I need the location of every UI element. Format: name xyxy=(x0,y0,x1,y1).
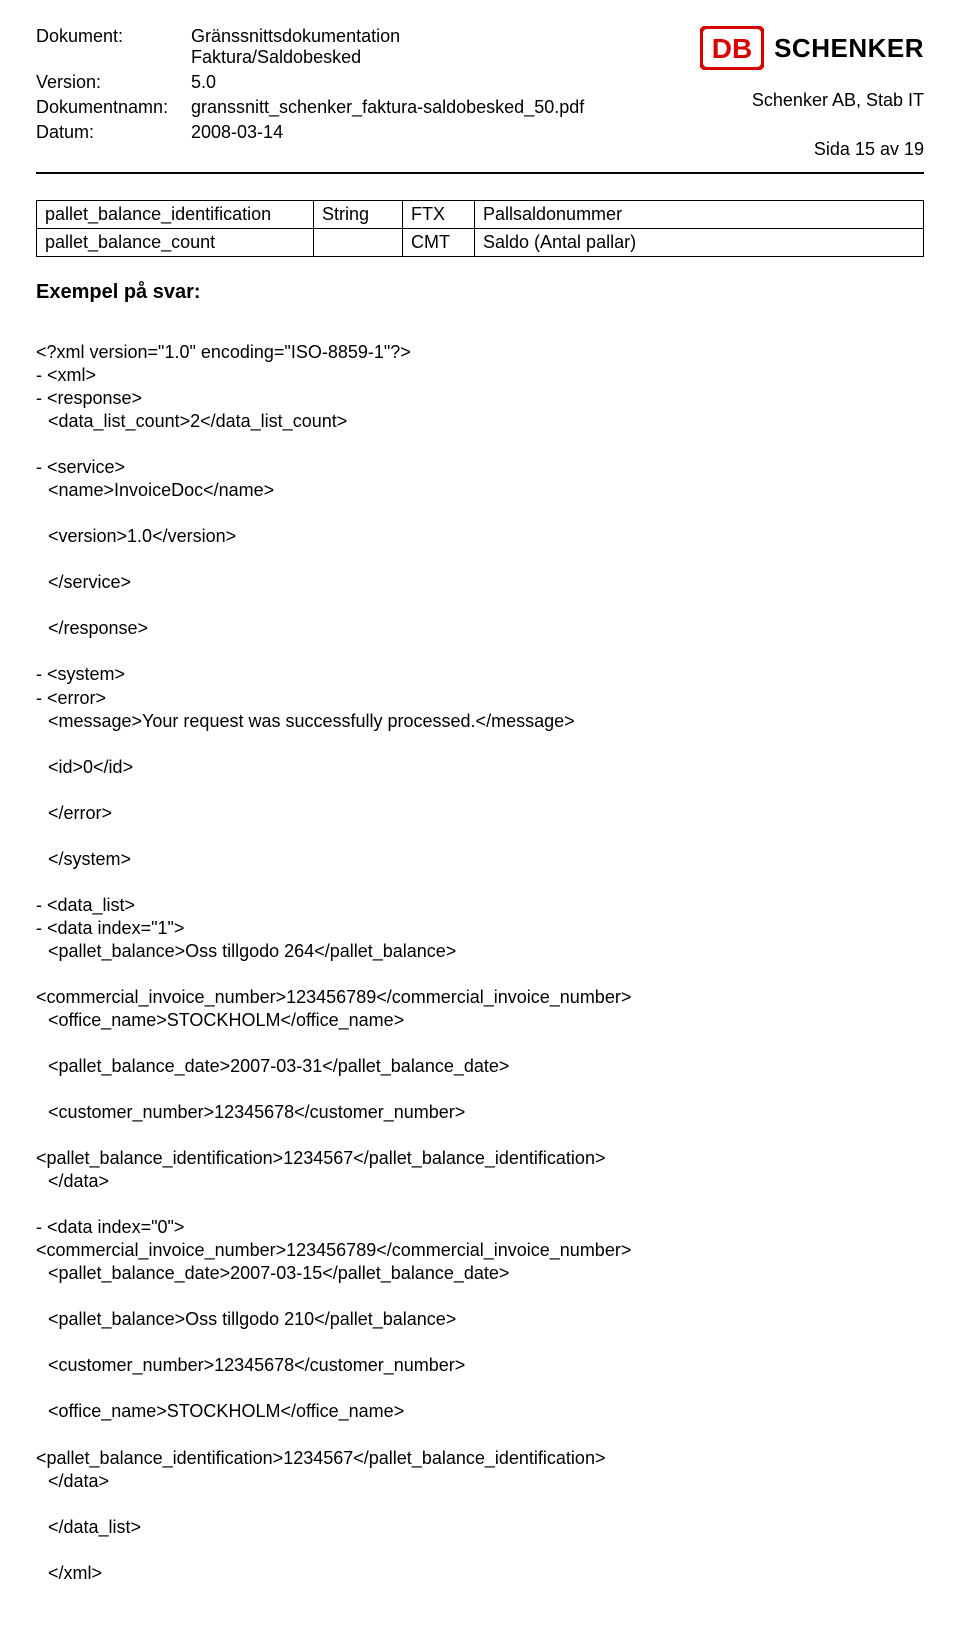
code-line: - <data_list> xyxy=(36,895,135,915)
code-line: <pallet_balance_date>2007-03-15</pallet_… xyxy=(36,1262,924,1285)
schenker-word: SCHENKER xyxy=(774,33,924,64)
code-line: <commercial_invoice_number>123456789</co… xyxy=(36,987,631,1007)
document-line1: Gränssnittsdokumentation xyxy=(191,26,400,46)
cell-type: String xyxy=(314,201,403,229)
code-line: - <response> xyxy=(36,388,142,408)
code-line: - <data index="0"> xyxy=(36,1217,184,1237)
code-line: <name>InvoiceDoc</name> xyxy=(36,479,924,502)
cell-name: pallet_balance_count xyxy=(37,229,314,257)
xml-code-block: <?xml version="1.0" encoding="ISO-8859-1… xyxy=(36,318,924,1608)
code-line: </system> xyxy=(36,848,924,871)
code-line: </response> xyxy=(36,617,924,640)
header-right: DB SCHENKER Schenker AB, Stab IT Sida 15… xyxy=(624,26,924,160)
code-line: <message>Your request was successfully p… xyxy=(36,710,924,733)
code-line: <pallet_balance>Oss tillgodo 210</pallet… xyxy=(36,1308,924,1331)
spec-table: pallet_balance_identification String FTX… xyxy=(36,200,924,257)
code-line: <office_name>STOCKHOLM</office_name> xyxy=(36,1009,924,1032)
code-line: <pallet_balance_identification>1234567</… xyxy=(36,1448,605,1468)
code-line: </error> xyxy=(36,802,924,825)
code-line: </data_list> xyxy=(36,1516,924,1539)
header-left: Dokument: Gränssnittsdokumentation Faktu… xyxy=(36,26,584,143)
table-row: pallet_balance_identification String FTX… xyxy=(37,201,924,229)
code-line: - <error> xyxy=(36,688,106,708)
db-logo-text: DB xyxy=(712,33,752,64)
code-line: <pallet_balance_date>2007-03-31</pallet_… xyxy=(36,1055,924,1078)
section-title: Exempel på svar: xyxy=(36,281,924,304)
code-line: </xml> xyxy=(36,1562,924,1585)
table-row: pallet_balance_count CMT Saldo (Antal pa… xyxy=(37,229,924,257)
code-line: </data> xyxy=(36,1170,924,1193)
cell-type xyxy=(314,229,403,257)
cell-segment: CMT xyxy=(403,229,475,257)
label-version: Version: xyxy=(36,72,191,93)
code-line: </service> xyxy=(36,571,924,594)
document-header: Dokument: Gränssnittsdokumentation Faktu… xyxy=(36,26,924,160)
db-logo-icon: DB xyxy=(700,26,764,70)
code-line: - <data index="1"> xyxy=(36,918,184,938)
document-line2: Faktura/Saldobesked xyxy=(191,47,361,67)
code-line: - <xml> xyxy=(36,365,96,385)
code-line: <office_name>STOCKHOLM</office_name> xyxy=(36,1400,924,1423)
code-line: <?xml version="1.0" encoding="ISO-8859-1… xyxy=(36,342,411,362)
value-version: 5.0 xyxy=(191,72,584,93)
label-date: Datum: xyxy=(36,122,191,143)
cell-description: Pallsaldonummer xyxy=(475,201,924,229)
code-line: <customer_number>12345678</customer_numb… xyxy=(36,1101,924,1124)
code-line: <id>0</id> xyxy=(36,756,924,779)
value-docname: granssnitt_schenker_faktura-saldobesked_… xyxy=(191,97,584,118)
code-line: <customer_number>12345678</customer_numb… xyxy=(36,1354,924,1377)
cell-description: Saldo (Antal pallar) xyxy=(475,229,924,257)
code-line: <pallet_balance>Oss tillgodo 264</pallet… xyxy=(36,940,924,963)
code-line: - <service> xyxy=(36,457,125,477)
code-line: <pallet_balance_identification>1234567</… xyxy=(36,1148,605,1168)
company-line: Schenker AB, Stab IT xyxy=(624,90,924,111)
value-document: Gränssnittsdokumentation Faktura/Saldobe… xyxy=(191,26,584,68)
code-line: - <system> xyxy=(36,664,125,684)
value-date: 2008-03-14 xyxy=(191,122,584,143)
code-line: <version>1.0</version> xyxy=(36,525,924,548)
code-line: </data> xyxy=(36,1470,924,1493)
code-line: <data_list_count>2</data_list_count> xyxy=(36,410,924,433)
label-document: Dokument: xyxy=(36,26,191,68)
cell-name: pallet_balance_identification xyxy=(37,201,314,229)
page-number: Sida 15 av 19 xyxy=(624,139,924,160)
label-docname: Dokumentnamn: xyxy=(36,97,191,118)
header-separator xyxy=(36,172,924,174)
logo: DB SCHENKER xyxy=(624,26,924,70)
code-line: <commercial_invoice_number>123456789</co… xyxy=(36,1240,631,1260)
cell-segment: FTX xyxy=(403,201,475,229)
